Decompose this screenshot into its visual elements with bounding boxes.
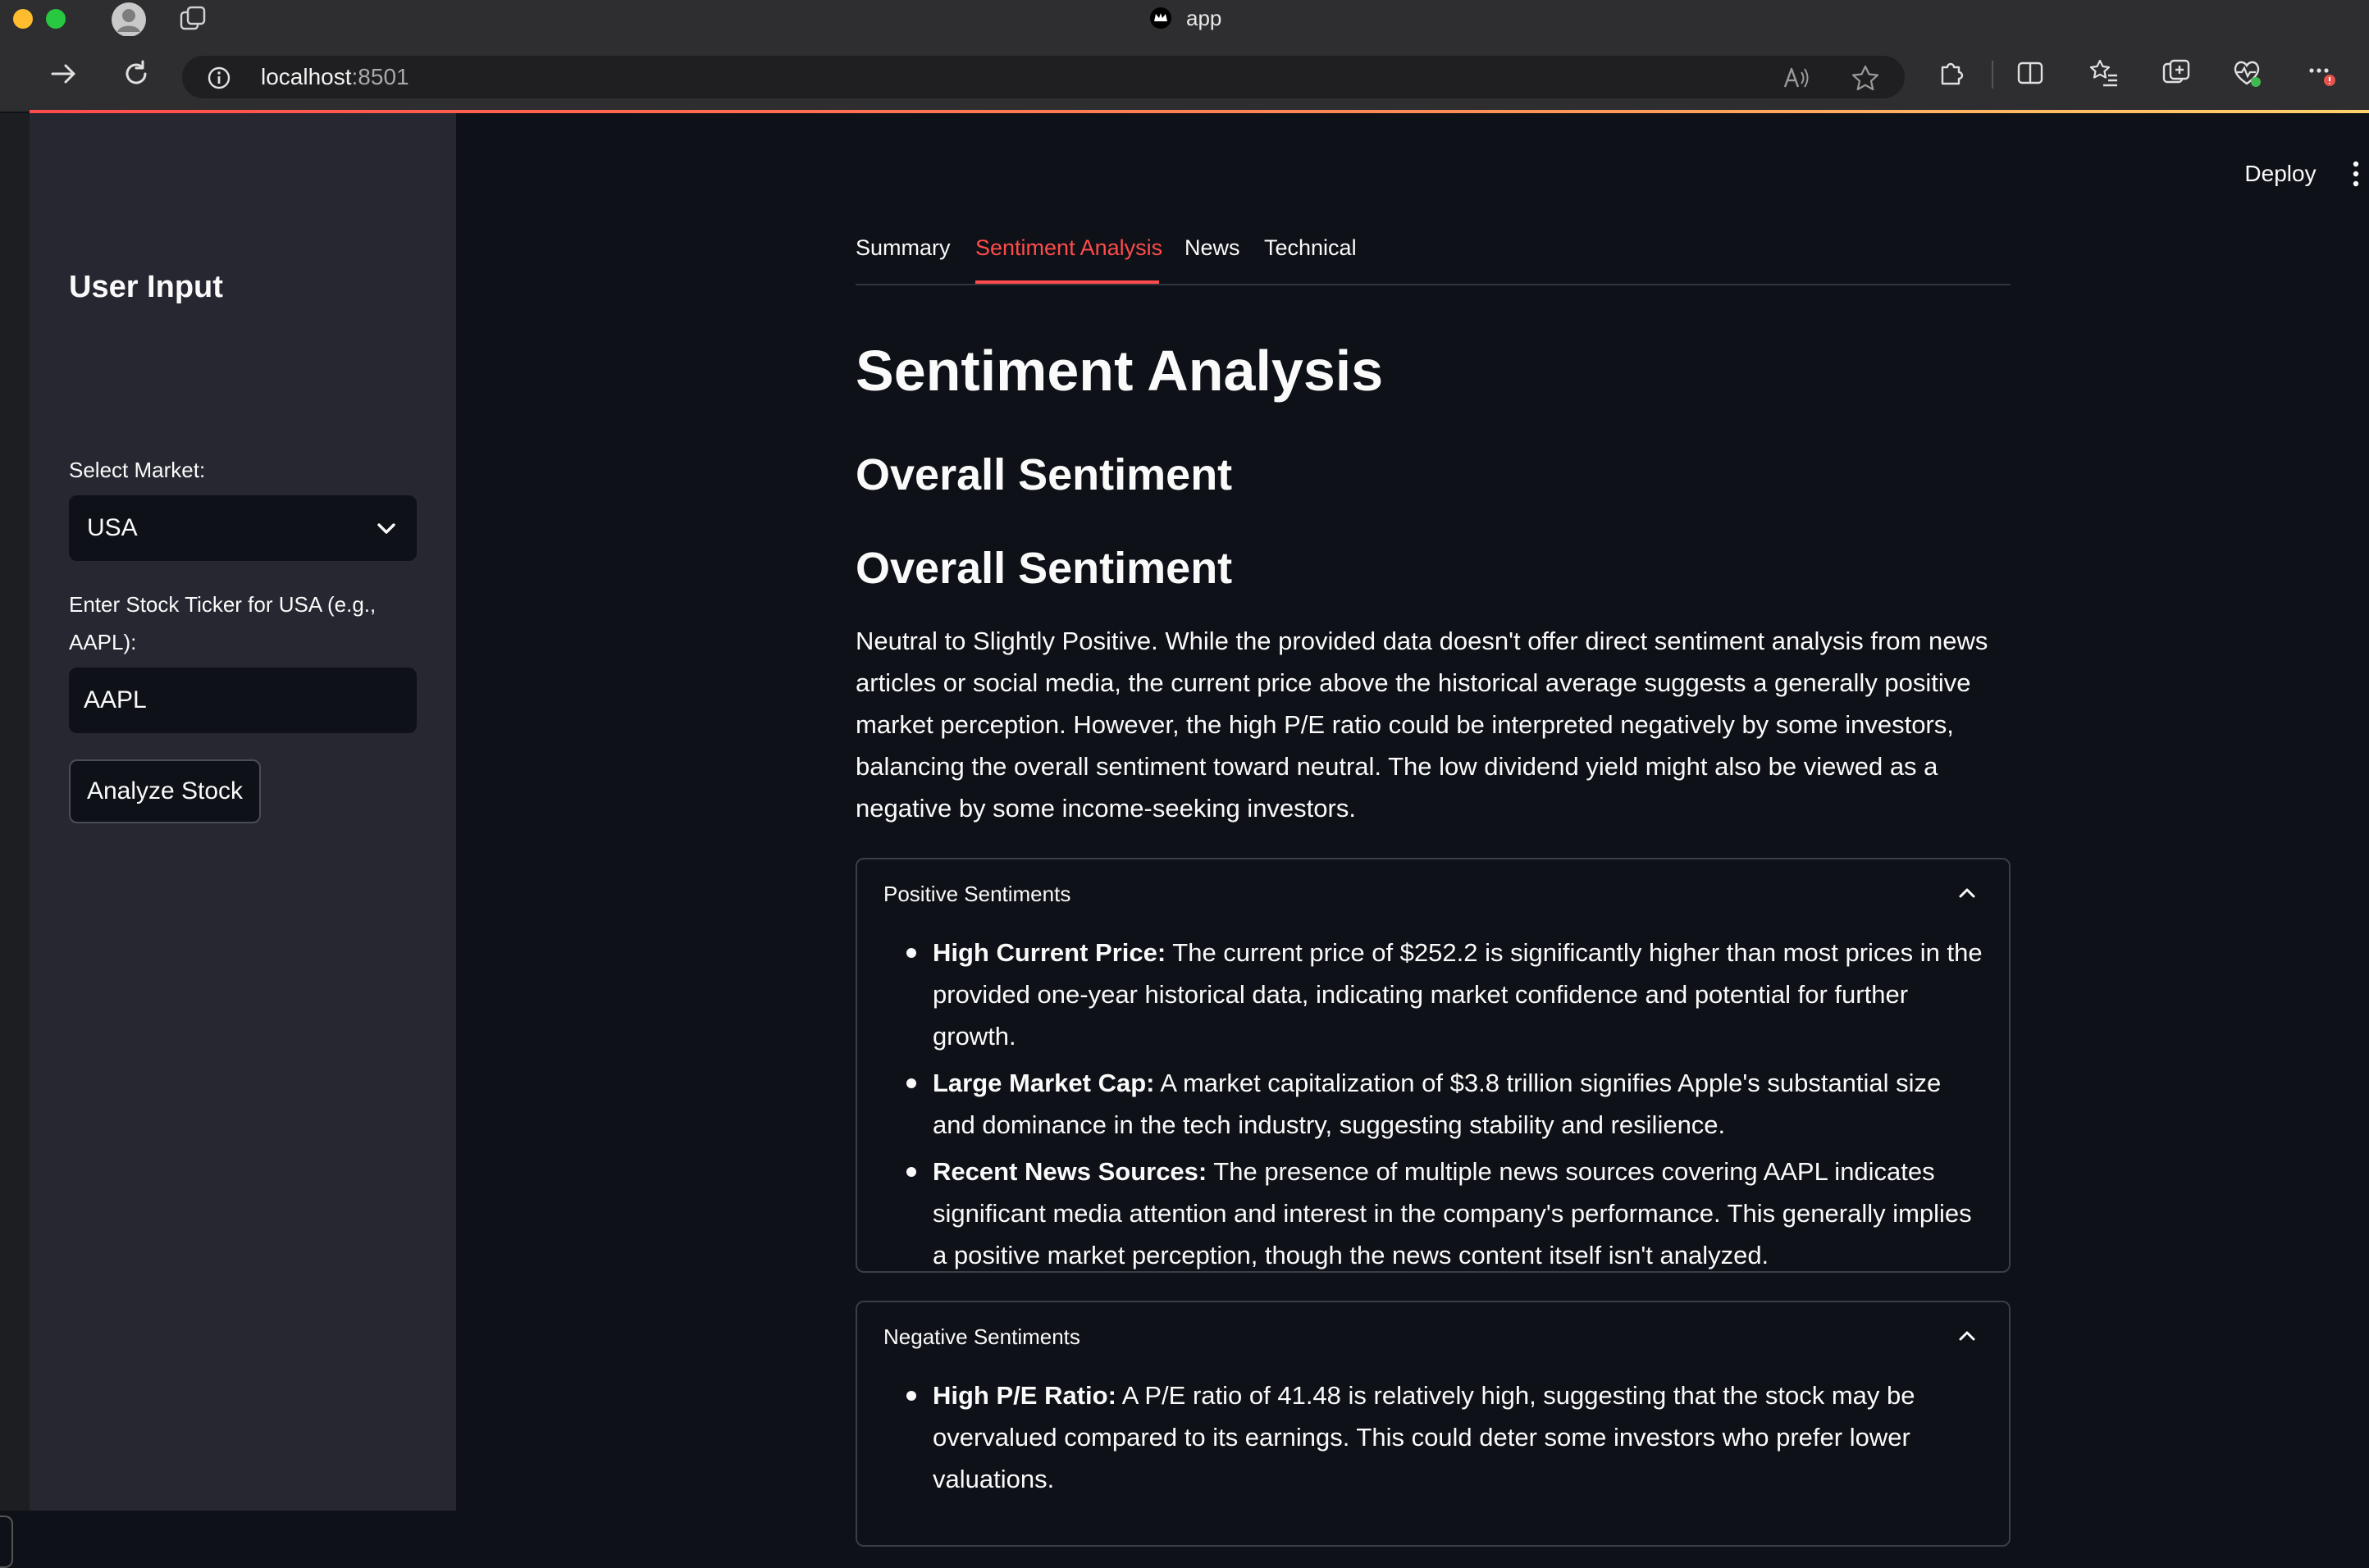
- profile-avatar-icon[interactable]: [110, 2, 148, 38]
- ticker-input-label: Enter Stock Ticker for USA (e.g., AAPL):: [69, 592, 377, 654]
- site-info-icon[interactable]: [207, 66, 231, 90]
- split-screen-icon[interactable]: [2015, 57, 2046, 89]
- forward-arrow-icon[interactable]: [48, 57, 80, 90]
- browser-titlebar: app: [0, 0, 2369, 38]
- item-title: High Current Price:: [933, 938, 1166, 967]
- address-bar[interactable]: localhost:8501: [182, 56, 1905, 98]
- market-select[interactable]: USA: [69, 495, 417, 561]
- collections-icon[interactable]: [2161, 57, 2192, 89]
- extensions-icon[interactable]: [1936, 57, 1967, 89]
- market-select-label: Select Market:: [69, 458, 206, 482]
- active-tab-indicator: [975, 280, 1159, 284]
- list-item: High P/E Ratio: A P/E ratio of 41.48 is …: [906, 1374, 1989, 1500]
- chevron-up-icon[interactable]: [1956, 884, 1978, 902]
- bullet: [906, 948, 916, 958]
- page-title: Sentiment Analysis: [856, 339, 1384, 403]
- item-title: High P/E Ratio:: [933, 1381, 1116, 1410]
- negative-sentiments-toggle[interactable]: Negative Sentiments: [883, 1320, 1080, 1353]
- negative-sentiments-expander: Negative Sentiments High P/E Ratio: A P/…: [856, 1301, 2011, 1547]
- bullet: [906, 1167, 916, 1177]
- streamlit-app-icon: [1150, 7, 1171, 29]
- sidebar: User Input Select Market: USA Enter Stoc…: [30, 113, 456, 1511]
- chevron-up-icon[interactable]: [1956, 1327, 1978, 1345]
- tab-bar: Summary Sentiment Analysis News Technica…: [856, 231, 2011, 285]
- analyze-stock-button[interactable]: Analyze Stock: [69, 759, 261, 823]
- window-title: app: [1186, 6, 1222, 30]
- positive-sentiments-expander: Positive Sentiments High Current Price: …: [856, 858, 2011, 1273]
- chevron-down-icon: [377, 523, 395, 534]
- tab-technical[interactable]: Technical: [1264, 231, 1357, 264]
- item-title: Recent News Sources:: [933, 1157, 1207, 1186]
- bullet: [906, 1078, 916, 1088]
- sidebar-heading: User Input: [69, 270, 223, 304]
- tab-summary[interactable]: Summary: [856, 231, 951, 264]
- maximize-window-button[interactable]: [46, 9, 66, 29]
- positive-sentiments-list: High Current Price: The current price of…: [906, 932, 1989, 1281]
- favorite-star-icon[interactable]: [1851, 64, 1880, 92]
- list-item: Recent News Sources: The presence of mul…: [906, 1151, 1989, 1276]
- edge-handle[interactable]: [0, 1516, 13, 1568]
- market-select-value: USA: [87, 514, 138, 541]
- tab-actions-icon[interactable]: [179, 5, 208, 33]
- overall-sentiment-subheading: Overall Sentiment: [856, 544, 1233, 593]
- overall-sentiment-text: Neutral to Slightly Positive. While the …: [856, 627, 1988, 823]
- item-title: Large Market Cap:: [933, 1069, 1155, 1097]
- window-left-edge: [0, 113, 30, 1568]
- browser-essentials-icon[interactable]: [2231, 57, 2262, 89]
- url-text[interactable]: localhost:8501: [261, 62, 409, 92]
- bullet: [906, 1391, 916, 1401]
- minimize-window-button[interactable]: [13, 9, 33, 29]
- read-aloud-icon[interactable]: [1782, 64, 1811, 92]
- toolbar-divider: [1992, 61, 1993, 89]
- list-item: Large Market Cap: A market capitalizatio…: [906, 1062, 1989, 1146]
- ticker-input[interactable]: [69, 668, 417, 733]
- overall-sentiment-heading: Overall Sentiment: [856, 450, 1233, 499]
- negative-sentiments-list: High P/E Ratio: A P/E ratio of 41.48 is …: [906, 1374, 1989, 1505]
- more-menu-icon[interactable]: [2305, 57, 2336, 89]
- reload-icon[interactable]: [120, 57, 153, 90]
- tab-sentiment-analysis[interactable]: Sentiment Analysis: [975, 231, 1162, 264]
- positive-sentiments-toggle[interactable]: Positive Sentiments: [883, 877, 1070, 910]
- main-menu-icon[interactable]: [2348, 157, 2364, 190]
- tab-news[interactable]: News: [1184, 231, 1240, 264]
- deploy-button[interactable]: Deploy: [2231, 154, 2330, 194]
- browser-toolbar: localhost:8501: [0, 36, 2369, 112]
- list-item: High Current Price: The current price of…: [906, 932, 1989, 1057]
- favorites-list-icon[interactable]: [2088, 57, 2120, 89]
